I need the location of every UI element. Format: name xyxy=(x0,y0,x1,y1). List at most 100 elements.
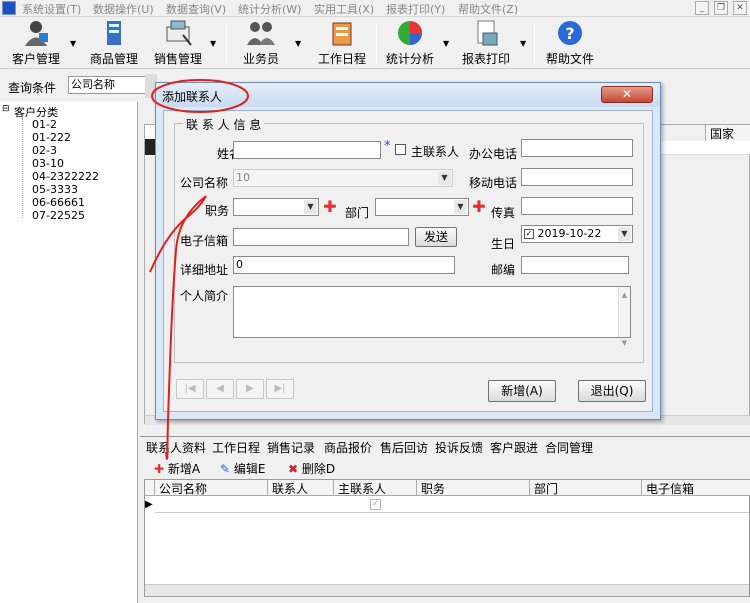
dialog-close-button[interactable]: ✕ xyxy=(601,86,653,103)
svg-text:?: ? xyxy=(565,24,574,43)
first-record-button[interactable]: |◀ xyxy=(176,379,204,399)
tab-sales-records[interactable]: 销售记录 xyxy=(267,439,315,456)
birthday-checkbox[interactable]: ✓ xyxy=(524,229,534,239)
chevron-down-icon[interactable]: ▼ xyxy=(618,227,631,241)
add-button[interactable]: 新增(A) xyxy=(488,380,556,402)
tree-item[interactable]: 01-222 xyxy=(32,131,71,144)
add-department-icon[interactable]: ✚ xyxy=(472,199,486,215)
tree-item[interactable]: 03-10 xyxy=(32,157,64,170)
column-header-main-contact[interactable]: 主联系人 xyxy=(334,480,417,496)
column-header-position[interactable]: 职务 xyxy=(417,480,530,496)
tab-schedule[interactable]: 工作日程 xyxy=(212,439,260,456)
restore-icon[interactable]: ❐ xyxy=(714,1,728,15)
salesman-button[interactable]: 业务员 xyxy=(236,19,286,67)
menu-tools[interactable]: 实用工具(X) xyxy=(314,1,374,17)
table-row[interactable]: ✓ xyxy=(155,497,749,513)
minimize-icon[interactable]: _ xyxy=(695,1,709,15)
main-contact-checkbox[interactable]: ✓ xyxy=(370,499,381,510)
intro-label: 个人简介 xyxy=(180,289,229,303)
fax-input[interactable] xyxy=(521,197,633,215)
company-select[interactable]: 10 ▼ xyxy=(233,169,453,187)
tree-item[interactable]: 07-22525 xyxy=(32,209,85,222)
tree-item[interactable]: 05-3333 xyxy=(32,183,78,196)
name-input[interactable] xyxy=(233,141,381,159)
tree-item[interactable]: 06-66661 xyxy=(32,196,85,209)
column-header-department[interactable]: 部门 xyxy=(530,480,642,496)
add-position-icon[interactable]: ✚ xyxy=(323,199,337,215)
schedule-icon xyxy=(327,19,357,47)
email-input[interactable] xyxy=(233,228,409,246)
birthday-picker[interactable]: ✓ 2019-10-22 ▼ xyxy=(521,225,633,243)
edit-contact-button[interactable]: ✎ 编辑E xyxy=(220,460,265,477)
report-button[interactable]: 报表打印 xyxy=(458,19,514,67)
office-phone-input[interactable] xyxy=(521,139,633,157)
add-icon: ✚ xyxy=(154,462,165,476)
menu-report[interactable]: 报表打印(Y) xyxy=(386,1,445,17)
tab-after-sales[interactable]: 售后回访 xyxy=(380,439,428,456)
tab-contacts[interactable]: 联系人资料 xyxy=(146,439,206,456)
zip-input[interactable] xyxy=(521,256,629,274)
horizontal-scrollbar[interactable] xyxy=(145,584,749,596)
exit-button[interactable]: 退出(Q) xyxy=(578,380,646,402)
main-contact-checkbox[interactable] xyxy=(395,144,406,155)
stats-dropdown-icon[interactable]: ▼ xyxy=(443,39,449,48)
next-record-button[interactable]: ▶ xyxy=(236,379,264,399)
customer-dropdown-icon[interactable]: ▼ xyxy=(70,39,76,48)
tree-item[interactable]: 04-2322222 xyxy=(32,170,99,183)
column-header-country[interactable]: 国家 xyxy=(705,125,750,141)
chevron-down-icon[interactable]: ▼ xyxy=(304,200,317,214)
address-input[interactable]: 0 xyxy=(233,256,455,274)
dialog-titlebar: 添加联系人 ✕ xyxy=(156,83,660,107)
position-select[interactable]: ▼ xyxy=(233,198,319,216)
product-icon xyxy=(99,19,129,47)
tab-complaints[interactable]: 投诉反馈 xyxy=(435,439,483,456)
menu-stats[interactable]: 统计分析(W) xyxy=(238,1,301,17)
menu-system[interactable]: 系统设置(T) xyxy=(22,1,81,17)
toolbar-separator xyxy=(376,23,377,63)
chevron-down-icon[interactable]: ▼ xyxy=(438,171,451,185)
required-mark: * xyxy=(384,139,391,154)
department-select[interactable]: ▼ xyxy=(375,198,469,216)
last-record-button[interactable]: ▶| xyxy=(266,379,294,399)
query-field-select[interactable]: 公司名称 xyxy=(68,76,156,94)
column-header-company[interactable]: 公司名称 xyxy=(155,480,268,496)
tab-follow-up[interactable]: 客户跟进 xyxy=(490,439,538,456)
salesman-dropdown-icon[interactable]: ▼ xyxy=(295,39,301,48)
add-contact-button[interactable]: ✚ 新增A xyxy=(154,460,200,477)
app-icon[interactable] xyxy=(2,1,16,15)
chevron-down-icon[interactable]: ▼ xyxy=(454,200,467,214)
stats-button[interactable]: 统计分析 xyxy=(382,19,438,67)
menu-data-query[interactable]: 数据查询(V) xyxy=(166,1,226,17)
edit-icon: ✎ xyxy=(220,462,231,476)
schedule-button[interactable]: 工作日程 xyxy=(314,19,370,67)
customer-button[interactable]: 客户管理 xyxy=(8,19,64,67)
bottom-tabs: 联系人资料 工作日程 销售记录 商品报价 售后回访 投诉反馈 客户跟进 合同管理 xyxy=(140,436,750,456)
tree-collapse-icon[interactable]: ⊟ xyxy=(2,104,10,114)
customer-category-tree: ⊟ 客户分类 01-2 01-222 02-3 03-10 04-2322222… xyxy=(0,102,138,603)
column-header-contact[interactable]: 联系人 xyxy=(268,480,334,496)
report-dropdown-icon[interactable]: ▼ xyxy=(520,39,526,48)
add-contact-dialog: 添加联系人 ✕ 联 系 人 信 息 姓名: * 主联系人 办公电话 公司名称 1… xyxy=(155,82,661,420)
tab-quotes[interactable]: 商品报价 xyxy=(324,439,372,456)
delete-icon: ✖ xyxy=(288,462,299,476)
report-icon xyxy=(471,19,501,47)
help-button[interactable]: ? 帮助文件 xyxy=(542,19,598,67)
tree-item[interactable]: 02-3 xyxy=(32,144,57,157)
sales-button[interactable]: 销售管理 xyxy=(150,19,206,67)
intro-textarea[interactable]: ▲ ▼ xyxy=(233,286,631,347)
tree-item[interactable]: 01-2 xyxy=(32,118,57,131)
send-email-button[interactable]: 发送 xyxy=(415,227,457,247)
column-header-email[interactable]: 电子信箱 xyxy=(642,480,750,496)
sales-dropdown-icon[interactable]: ▼ xyxy=(210,39,216,48)
menu-data-ops[interactable]: 数据操作(U) xyxy=(93,1,154,17)
close-icon[interactable]: ✕ xyxy=(733,1,747,15)
tab-contracts[interactable]: 合同管理 xyxy=(545,439,593,456)
prev-record-button[interactable]: ◀ xyxy=(206,379,234,399)
mobile-input[interactable] xyxy=(521,168,633,186)
toolbar-separator xyxy=(226,23,227,63)
product-button[interactable]: 商品管理 xyxy=(86,19,142,67)
menu-help[interactable]: 帮助文件(Z) xyxy=(458,1,518,17)
position-label: 职务 xyxy=(205,204,230,218)
textarea-scrollbar[interactable]: ▲ ▼ xyxy=(618,287,630,347)
delete-contact-button[interactable]: ✖ 删除D xyxy=(288,460,335,477)
